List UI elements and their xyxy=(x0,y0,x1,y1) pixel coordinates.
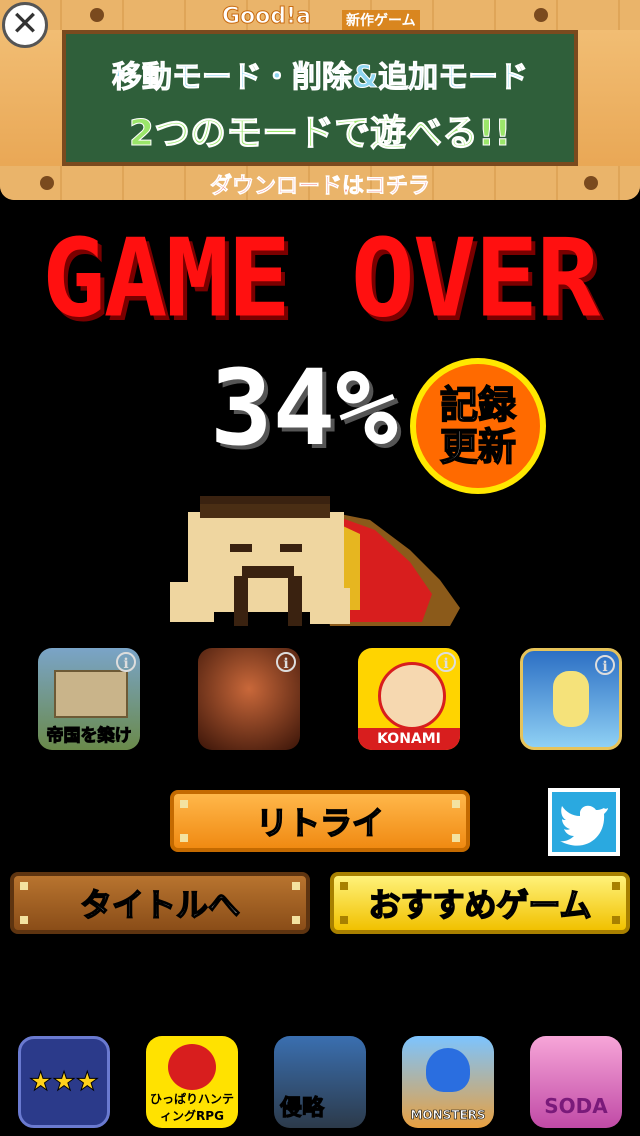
app-label: SODA xyxy=(544,1094,608,1118)
app-label: MONSTERS xyxy=(410,1108,486,1123)
nail-icon xyxy=(90,8,104,22)
rivet xyxy=(340,882,348,890)
ad-brand-subtitle: 新作ゲーム xyxy=(342,10,420,30)
slime-icon xyxy=(426,1048,470,1092)
ad-headline: 移動モード・削除&追加モード xyxy=(111,60,529,96)
ad-tagline: 2つのモードで遊べる!! xyxy=(129,113,512,155)
twitter-bird-icon xyxy=(560,805,608,846)
rivet xyxy=(180,800,188,808)
app-label: 侵略 xyxy=(279,1096,325,1122)
ad-banner[interactable]: Good!a 新作ゲーム 移動モード・削除&追加モード 2つのモードで遊べる!!… xyxy=(0,0,640,200)
app-icon-invasion[interactable]: 侵略 xyxy=(274,1036,366,1128)
rivet xyxy=(292,916,300,924)
fairy-character-icon xyxy=(553,671,589,727)
rivet xyxy=(612,882,620,890)
rivet xyxy=(452,834,460,842)
rivet xyxy=(20,916,28,924)
rivet xyxy=(20,882,28,890)
new-record-label: 記録更新 xyxy=(439,383,517,469)
retry-button[interactable]: リトライ xyxy=(170,790,470,852)
app-icon-rpg[interactable]: i xyxy=(198,648,300,750)
app-icon-candy-soda[interactable]: SODA xyxy=(530,1036,622,1128)
ad-download-link[interactable]: ダウンロードはコチラ xyxy=(0,168,640,200)
recommend-button-label: おすすめゲーム xyxy=(368,885,593,925)
progress-percent: 34% xyxy=(210,347,398,469)
app-icon-fairy[interactable]: i xyxy=(520,648,622,750)
title-button-label: タイトルへ xyxy=(79,885,241,925)
info-icon[interactable]: i xyxy=(595,655,615,675)
player-face-icon xyxy=(378,662,446,730)
app-icon-hunting-rpg[interactable]: ひっぱりハンティングRPG xyxy=(146,1036,238,1128)
rivet xyxy=(612,916,620,924)
monster-icon xyxy=(168,1044,216,1090)
app-icon-empire[interactable]: i 帝国を築け xyxy=(38,648,140,750)
rivet xyxy=(180,834,188,842)
nail-icon xyxy=(534,8,548,22)
close-icon[interactable]: ✕ xyxy=(2,2,48,48)
star-icon: ★★★ xyxy=(29,1067,100,1098)
ad-chalkboard: 移動モード・削除&追加モード 2つのモードで遊べる!! xyxy=(62,30,578,166)
fallen-character-sprite xyxy=(170,496,460,626)
castle-icon xyxy=(54,670,128,718)
app-label: 帝国を築け xyxy=(46,726,132,747)
app-icon-baseball[interactable]: i KONAMI xyxy=(358,648,460,750)
app-label: KONAMI xyxy=(358,728,460,750)
game-over-title: GAME OVER xyxy=(41,215,600,342)
ad-brand-logo: Good!a xyxy=(222,4,312,30)
rivet xyxy=(340,916,348,924)
rivet xyxy=(292,882,300,890)
app-label: ひっぱりハンティングRPG xyxy=(149,1092,234,1123)
rivet xyxy=(452,800,460,808)
info-icon[interactable]: i xyxy=(116,652,136,672)
title-screen-button[interactable]: タイトルへ xyxy=(10,872,310,934)
info-icon[interactable]: i xyxy=(276,652,296,672)
info-icon[interactable]: i xyxy=(436,652,456,672)
app-icon-stars[interactable]: ★★★ xyxy=(18,1036,110,1128)
twitter-share-button[interactable] xyxy=(548,788,620,856)
recommended-games-button[interactable]: おすすめゲーム xyxy=(330,872,630,934)
app-icon-dq-monsters[interactable]: MONSTERS xyxy=(402,1036,494,1128)
retry-label: リトライ xyxy=(255,803,385,843)
new-record-badge: 記録更新 xyxy=(410,358,546,494)
